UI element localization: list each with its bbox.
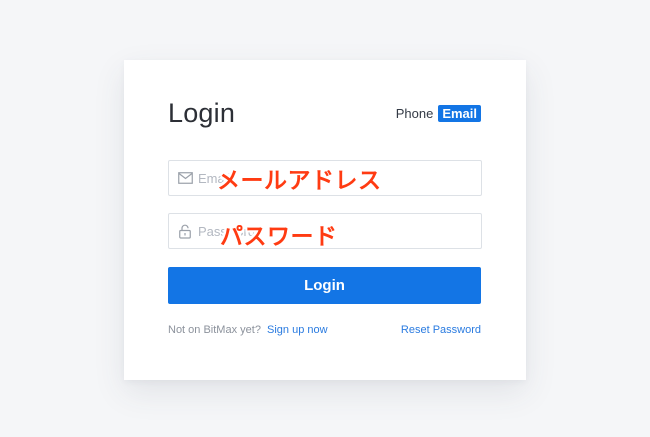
envelope-icon (177, 170, 193, 186)
password-input[interactable] (198, 216, 481, 246)
email-input[interactable] (198, 163, 481, 193)
signup-link[interactable]: Sign up now (267, 324, 328, 336)
email-field[interactable] (168, 160, 482, 196)
login-footer: Not on BitMax yet? Sign up now Reset Pas… (168, 324, 481, 336)
tab-email[interactable]: Email (438, 105, 481, 122)
password-field[interactable] (168, 213, 482, 249)
signup-prompt: Not on BitMax yet? Sign up now (168, 324, 328, 336)
login-button[interactable]: Login (168, 267, 481, 304)
tab-phone[interactable]: Phone (396, 106, 434, 121)
login-card: Login Phone Email メールアドレス パスワード Login No… (124, 60, 526, 380)
login-method-switch: Phone Email (396, 105, 481, 122)
signup-prompt-text: Not on BitMax yet? (168, 324, 261, 336)
reset-password-link[interactable]: Reset Password (401, 324, 481, 336)
lock-icon (177, 223, 193, 239)
page-title: Login (168, 98, 236, 128)
